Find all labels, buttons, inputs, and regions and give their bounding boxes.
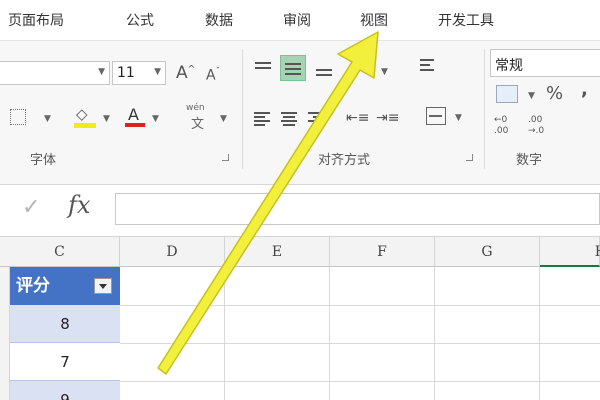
percent-style-button[interactable]: % (546, 85, 563, 103)
phonetic-guide-icon[interactable]: wén 文 (186, 103, 214, 132)
filter-dropdown-icon[interactable] (94, 278, 112, 294)
alignment-group-label: 对齐方式 (318, 153, 371, 168)
menu-formulas[interactable]: 公式 (126, 10, 154, 30)
gridline (120, 305, 600, 306)
formula-bar: ✓ fx (0, 185, 600, 237)
menu-data[interactable]: 数据 (205, 10, 233, 30)
row-gutter (0, 267, 10, 400)
column-header-h[interactable]: H (540, 237, 600, 267)
menu-view[interactable]: 视图 (360, 10, 388, 30)
decrease-indent-icon[interactable]: ⇤≡ (346, 111, 369, 125)
align-middle-button[interactable] (280, 55, 306, 81)
accounting-format-icon[interactable] (496, 85, 518, 103)
menu-review[interactable]: 审阅 (283, 10, 311, 30)
alignment-dialog-launcher-icon[interactable] (466, 154, 473, 161)
decrease-decimal-button[interactable]: .00 →.0 (528, 115, 554, 141)
shrink-font-icon[interactable]: Aˇ (206, 68, 220, 83)
chevron-down-icon[interactable]: ▼ (455, 113, 462, 123)
chevron-down-icon[interactable]: ▼ (103, 114, 110, 124)
increase-decimal-button[interactable]: ←0 .00 (494, 115, 520, 141)
check-icon[interactable]: ✓ (22, 195, 40, 220)
chevron-down-icon: ▼ (154, 67, 161, 77)
chevron-down-icon[interactable]: ▼ (44, 114, 51, 124)
align-left-icon[interactable] (254, 111, 274, 126)
insert-function-icon[interactable]: fx (68, 191, 90, 219)
table-header-cell[interactable]: 评分 (10, 267, 120, 305)
borders-icon[interactable] (10, 109, 26, 125)
wrap-text-icon[interactable] (418, 55, 440, 79)
align-right-icon[interactable] (308, 111, 328, 126)
column-header-f[interactable]: F (330, 237, 435, 267)
chevron-down-icon[interactable]: ▼ (220, 114, 227, 124)
group-separator (484, 49, 485, 169)
ribbon: ▼ 11 ▼ A^ Aˇ ▼ ◇ ▼ A ▼ wén 文 ▼ 字体 ab/ ▼ (0, 40, 600, 185)
number-group-label: 数字 (516, 153, 543, 168)
orientation-icon[interactable]: ab/ (352, 59, 376, 74)
gridline (120, 343, 600, 344)
menu-page-layout[interactable]: 页面布局 (8, 10, 64, 30)
fill-color-icon[interactable]: ◇ (74, 105, 98, 129)
align-middle-icon (285, 62, 305, 76)
font-dialog-launcher-icon[interactable] (222, 154, 229, 161)
table-cell[interactable]: 9 (10, 381, 120, 400)
merge-center-icon[interactable] (426, 107, 446, 125)
column-header-e[interactable]: E (225, 237, 330, 267)
chevron-down-icon[interactable]: ▼ (528, 91, 535, 101)
font-group-label: 字体 (30, 153, 57, 168)
table-cell[interactable]: 8 (10, 305, 120, 343)
chevron-down-icon[interactable]: ▼ (152, 114, 159, 124)
chevron-down-icon[interactable]: ▼ (381, 67, 388, 77)
comma-style-button[interactable]: , (581, 81, 588, 99)
menu-bar: 页面布局 公式 数据 审阅 视图 开发工具 (0, 0, 600, 40)
table-cell[interactable]: 7 (10, 343, 120, 381)
align-bottom-icon[interactable] (316, 63, 336, 77)
column-header-d[interactable]: D (120, 237, 225, 267)
grow-font-icon[interactable]: A^ (176, 65, 195, 82)
align-top-icon[interactable] (255, 61, 275, 75)
font-size-combo[interactable]: 11 ▼ (112, 61, 166, 85)
number-format-combo[interactable]: 常规 (490, 49, 600, 77)
formula-input[interactable] (115, 193, 600, 225)
font-name-combo[interactable]: ▼ (0, 61, 110, 85)
worksheet-grid: C D E F G H 评分 8 7 9 (0, 237, 600, 400)
column-header-g[interactable]: G (435, 237, 540, 267)
number-format-value: 常规 (495, 58, 523, 74)
chevron-down-icon: ▼ (98, 67, 105, 77)
font-color-icon[interactable]: A (124, 103, 146, 129)
table-header-label: 评分 (16, 276, 50, 296)
menu-developer[interactable]: 开发工具 (438, 10, 494, 30)
increase-indent-icon[interactable]: ⇥≡ (376, 111, 399, 125)
column-header-c[interactable]: C (0, 237, 120, 267)
align-center-icon[interactable] (281, 111, 301, 126)
gridline (120, 381, 600, 382)
font-size-value: 11 (117, 65, 135, 81)
group-separator (242, 49, 243, 169)
